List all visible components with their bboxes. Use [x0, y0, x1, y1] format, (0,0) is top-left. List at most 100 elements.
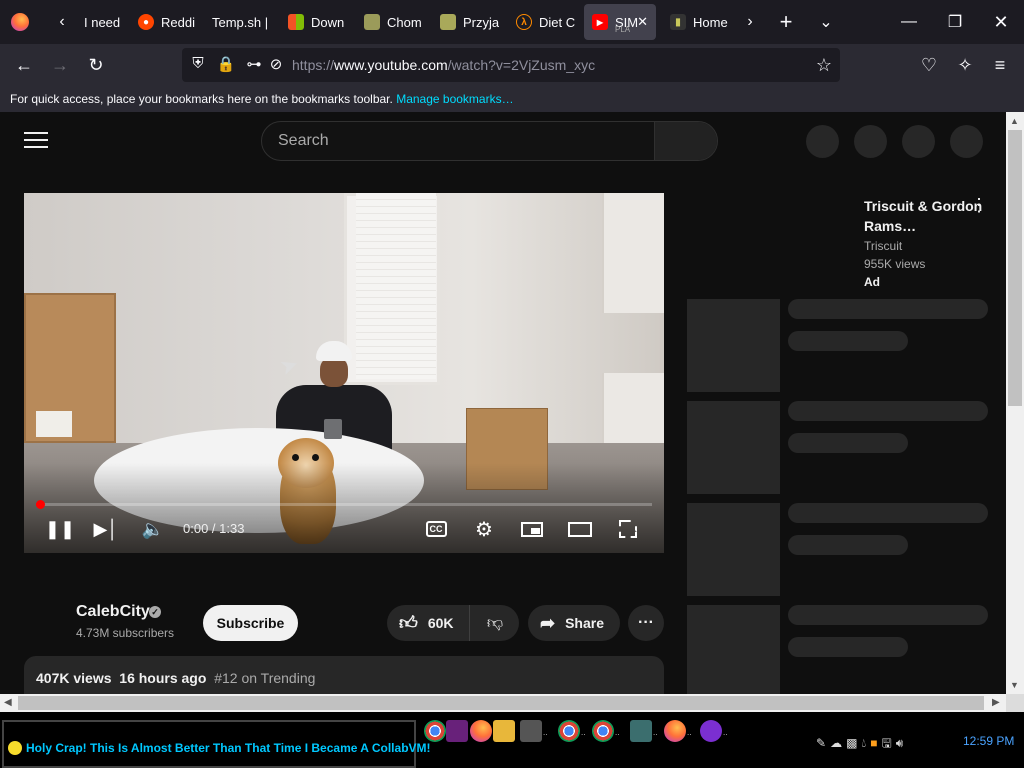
tab-temp-sh[interactable]: Temp.sh | [204, 4, 276, 40]
address-bar[interactable]: ⛨ 🔒 ⊶ ⊘ https://www.youtube.com/watch?v=… [182, 48, 840, 82]
tab-scroll-right-icon[interactable]: › [734, 6, 766, 38]
chrome-taskbar-icon[interactable] [424, 720, 446, 742]
manage-bookmarks-link[interactable]: Manage bookmarks… [396, 92, 513, 106]
recommendation-thumb-placeholder [687, 299, 780, 392]
chrome-taskbar-icon[interactable] [558, 720, 580, 742]
ad-sponsor: Triscuit [864, 239, 903, 253]
close-tab-icon[interactable]: ✕ [637, 14, 648, 30]
search-input[interactable] [262, 122, 654, 160]
new-tab-icon[interactable]: + [770, 6, 802, 38]
restore-icon[interactable]: ❐ [932, 0, 978, 44]
progress-scrubber[interactable] [36, 500, 45, 509]
progress-bar[interactable] [36, 500, 652, 509]
youtube-watch-page: ➤ ❚❚ ▶│ 🔈 0:00 / 1:33 CC ⚙ Triscuit & Go… [0, 112, 1006, 694]
lock-icon[interactable]: 🔒 [216, 55, 236, 75]
app-taskbar-icon[interactable] [630, 720, 652, 742]
tab-scroll-left-icon[interactable]: ‹ [46, 6, 78, 38]
firefox-menu-icon[interactable] [4, 6, 36, 38]
app-menu-icon[interactable]: ≡ [985, 50, 1015, 80]
tab-diet[interactable]: λ Diet C [508, 4, 578, 40]
pocket-icon[interactable]: ♡ [914, 50, 944, 80]
header-placeholder-4 [950, 125, 983, 158]
channel-name[interactable]: CalebCity [76, 603, 150, 621]
tab-reddit[interactable]: ● Reddi [130, 4, 200, 40]
clock[interactable]: 12:59 PM [963, 734, 1014, 748]
tab-home[interactable]: ▮ Home [662, 4, 732, 40]
description-box[interactable]: 407K views 16 hours ago #12 on Trending [24, 656, 664, 694]
tab-przyja[interactable]: Przyja [432, 4, 502, 40]
volume-icon[interactable]: 🔊︎ [896, 736, 908, 750]
onedrive-icon[interactable]: ☁ [830, 736, 846, 750]
guide-menu-icon[interactable] [24, 132, 48, 150]
bookmark-star-icon[interactable]: ☆ [814, 55, 834, 75]
theater-mode-button[interactable] [566, 515, 594, 543]
dislike-button[interactable]: 👎︎ [471, 605, 519, 641]
header-placeholder-1 [806, 125, 839, 158]
video-player[interactable]: ➤ ❚❚ ▶│ 🔈 0:00 / 1:33 CC ⚙ [24, 193, 664, 553]
network-icon[interactable]: 🖫︎ [881, 736, 895, 750]
trending-rank[interactable]: #12 on Trending [214, 670, 315, 686]
vertical-scroll-thumb[interactable] [1008, 130, 1022, 406]
tray-app-icon[interactable]: ▩ [846, 736, 861, 750]
pause-button[interactable]: ❚❚ [45, 515, 75, 543]
fullscreen-button[interactable] [614, 515, 642, 543]
minimize-icon[interactable]: — [886, 0, 932, 44]
scroll-down-icon[interactable]: ▼ [1010, 680, 1019, 690]
close-window-icon[interactable]: ✕ [978, 0, 1024, 44]
back-icon[interactable]: ← [9, 50, 39, 80]
volume-button[interactable]: 🔈 [139, 515, 167, 543]
scroll-right-icon[interactable]: ▶ [992, 697, 1000, 708]
recommendation-title-placeholder [788, 299, 988, 319]
forward-icon[interactable]: → [45, 50, 75, 80]
subscribe-button[interactable]: Subscribe [203, 605, 298, 641]
home-shield-icon: ▮ [670, 14, 686, 30]
file-explorer-taskbar-icon[interactable] [493, 720, 515, 742]
like-button[interactable]: 👍︎ 60K [387, 605, 470, 641]
firefox-taskbar-icon[interactable] [664, 720, 686, 742]
chrome-taskbar-icon[interactable] [592, 720, 614, 742]
recommendation-title-placeholder [788, 401, 988, 421]
collabvm-ticker: Holy Crap! This Is Almost Better Than Th… [2, 720, 431, 768]
url-text[interactable]: https://www.youtube.com/watch?v=2VjZusm_… [292, 57, 595, 73]
mask-app-taskbar-icon[interactable] [700, 720, 722, 742]
smiley-icon [8, 741, 22, 755]
next-button[interactable]: ▶│ [92, 515, 120, 543]
horizontal-scroll-thumb[interactable] [18, 696, 984, 710]
extensions-icon[interactable]: ✧ [950, 50, 980, 80]
tab-i-need[interactable]: I need [76, 4, 128, 40]
shield-icon[interactable]: ⛨ [188, 55, 208, 75]
half-life-icon: λ [516, 14, 532, 30]
recommendation-thumb-placeholder [687, 401, 780, 494]
more-vert-icon[interactable]: ⋮ [970, 196, 988, 216]
settings-gear-icon[interactable]: ⚙ [470, 515, 498, 543]
tab-down[interactable]: Down [280, 4, 350, 40]
vertical-scrollbar[interactable]: ▲ ▼ [1006, 112, 1024, 694]
scroll-up-icon[interactable]: ▲ [1010, 116, 1019, 126]
tray-app-icon[interactable]: ■ [870, 736, 881, 750]
horizontal-scrollbar[interactable]: ◀ ▶ [0, 694, 1006, 712]
tracking-blocked-icon[interactable]: ⊘ [266, 55, 286, 75]
tab-chomp[interactable]: Chom [356, 4, 426, 40]
recommendation-meta-placeholder [788, 637, 908, 657]
drop-icon[interactable]: 💧︎ [861, 736, 870, 750]
permissions-icon[interactable]: ⊶ [244, 55, 264, 75]
share-button[interactable]: ➦ Share [528, 605, 620, 641]
tab-youtube-active[interactable]: ▶ SIM PLA ✕ [584, 4, 656, 40]
captions-button[interactable]: CC [422, 515, 450, 543]
upload-age: 16 hours ago [119, 670, 207, 686]
header-placeholder-3 [902, 125, 935, 158]
recommendation-meta-placeholder [788, 433, 908, 453]
scroll-left-icon[interactable]: ◀ [4, 697, 12, 708]
visual-studio-taskbar-icon[interactable] [446, 720, 468, 742]
recommendation-title-placeholder [788, 503, 988, 523]
firefox-taskbar-icon[interactable] [470, 720, 492, 742]
system-tray[interactable]: ✎☁▩💧︎■🖫︎🔊︎ [816, 734, 907, 750]
search-box [261, 121, 718, 161]
list-all-tabs-icon[interactable]: ⌄ [810, 6, 842, 38]
miniplayer-button[interactable] [518, 515, 546, 543]
tray-app-icon[interactable]: ✎ [816, 736, 830, 750]
search-button[interactable] [654, 122, 717, 160]
reload-icon[interactable]: ↻ [81, 50, 111, 80]
more-actions-button[interactable]: ··· [628, 605, 664, 641]
app-taskbar-icon[interactable] [520, 720, 542, 742]
